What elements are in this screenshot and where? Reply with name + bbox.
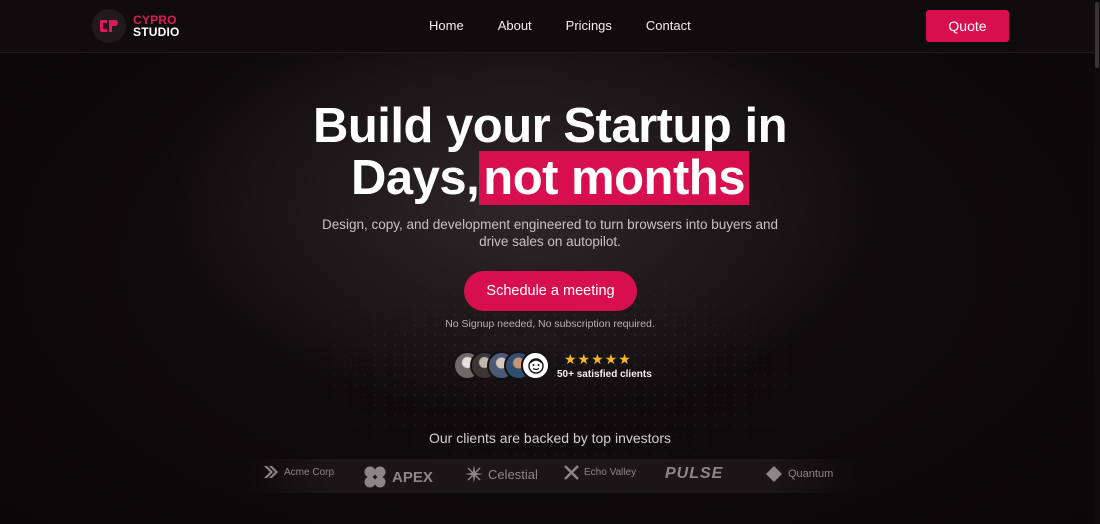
brand-line2: STUDIO bbox=[133, 25, 180, 39]
logo-echo-valley: Echo Valley bbox=[564, 465, 636, 480]
no-signup-note: No Signup needed, No subscription requir… bbox=[445, 318, 655, 330]
quote-button[interactable]: Quote bbox=[926, 10, 1009, 42]
brand-name: CYPRO STUDIO bbox=[133, 14, 180, 38]
nav-link-contact[interactable]: Contact bbox=[646, 18, 691, 33]
cross-arrows-icon bbox=[564, 465, 579, 480]
logo-text: PULSE bbox=[665, 465, 724, 482]
logo-text: Quantum bbox=[788, 468, 834, 480]
hero-subtitle: Design, copy, and development engineered… bbox=[321, 217, 779, 249]
nav-link-about[interactable]: About bbox=[498, 18, 532, 33]
logo-apex: APEX bbox=[363, 465, 433, 489]
main-menu: Home About Pricings Contact bbox=[429, 18, 691, 33]
avatar bbox=[521, 351, 550, 380]
logo-acme-corp: Acme Corp bbox=[263, 465, 334, 479]
logo-text: Echo Valley bbox=[584, 467, 637, 478]
investors-heading: Our clients are backed by top investors bbox=[428, 430, 671, 446]
logo-text: Celestial bbox=[488, 466, 538, 482]
brand-logo[interactable]: CYPRO STUDIO bbox=[92, 9, 180, 43]
chevrons-icon bbox=[264, 466, 278, 478]
logo-celestial: Celestial bbox=[465, 465, 538, 483]
nav-link-home[interactable]: Home bbox=[429, 18, 464, 33]
rating-stars: ★★★★★ bbox=[564, 351, 632, 367]
hero-title-line1: Build your Startup in bbox=[312, 99, 788, 153]
scrollbar-thumb[interactable] bbox=[1095, 2, 1099, 68]
hero-title-line2: Days,not months bbox=[0, 151, 1100, 205]
diamond-cluster-icon bbox=[766, 466, 782, 482]
clover-icon bbox=[364, 466, 386, 488]
logo-quantum: Quantum bbox=[765, 465, 833, 483]
hero-title-plain: Days, bbox=[351, 151, 480, 205]
logo-text: APEX bbox=[392, 468, 433, 486]
cp-logo-icon bbox=[92, 9, 126, 43]
logo-text: Acme Corp bbox=[284, 466, 335, 478]
logo-pulse: PULSE bbox=[665, 465, 723, 483]
hero-title-highlight: not months bbox=[479, 151, 749, 205]
hero-title: Build your Startup in Days,not months bbox=[0, 99, 1100, 205]
top-navbar: CYPRO STUDIO Home About Pricings Contact… bbox=[0, 0, 1100, 53]
nav-link-pricings[interactable]: Pricings bbox=[566, 18, 612, 33]
sparkle-icon bbox=[465, 465, 483, 483]
schedule-meeting-button[interactable]: Schedule a meeting bbox=[464, 271, 637, 311]
satisfied-clients-label: 50+ satisfied clients bbox=[557, 369, 652, 380]
